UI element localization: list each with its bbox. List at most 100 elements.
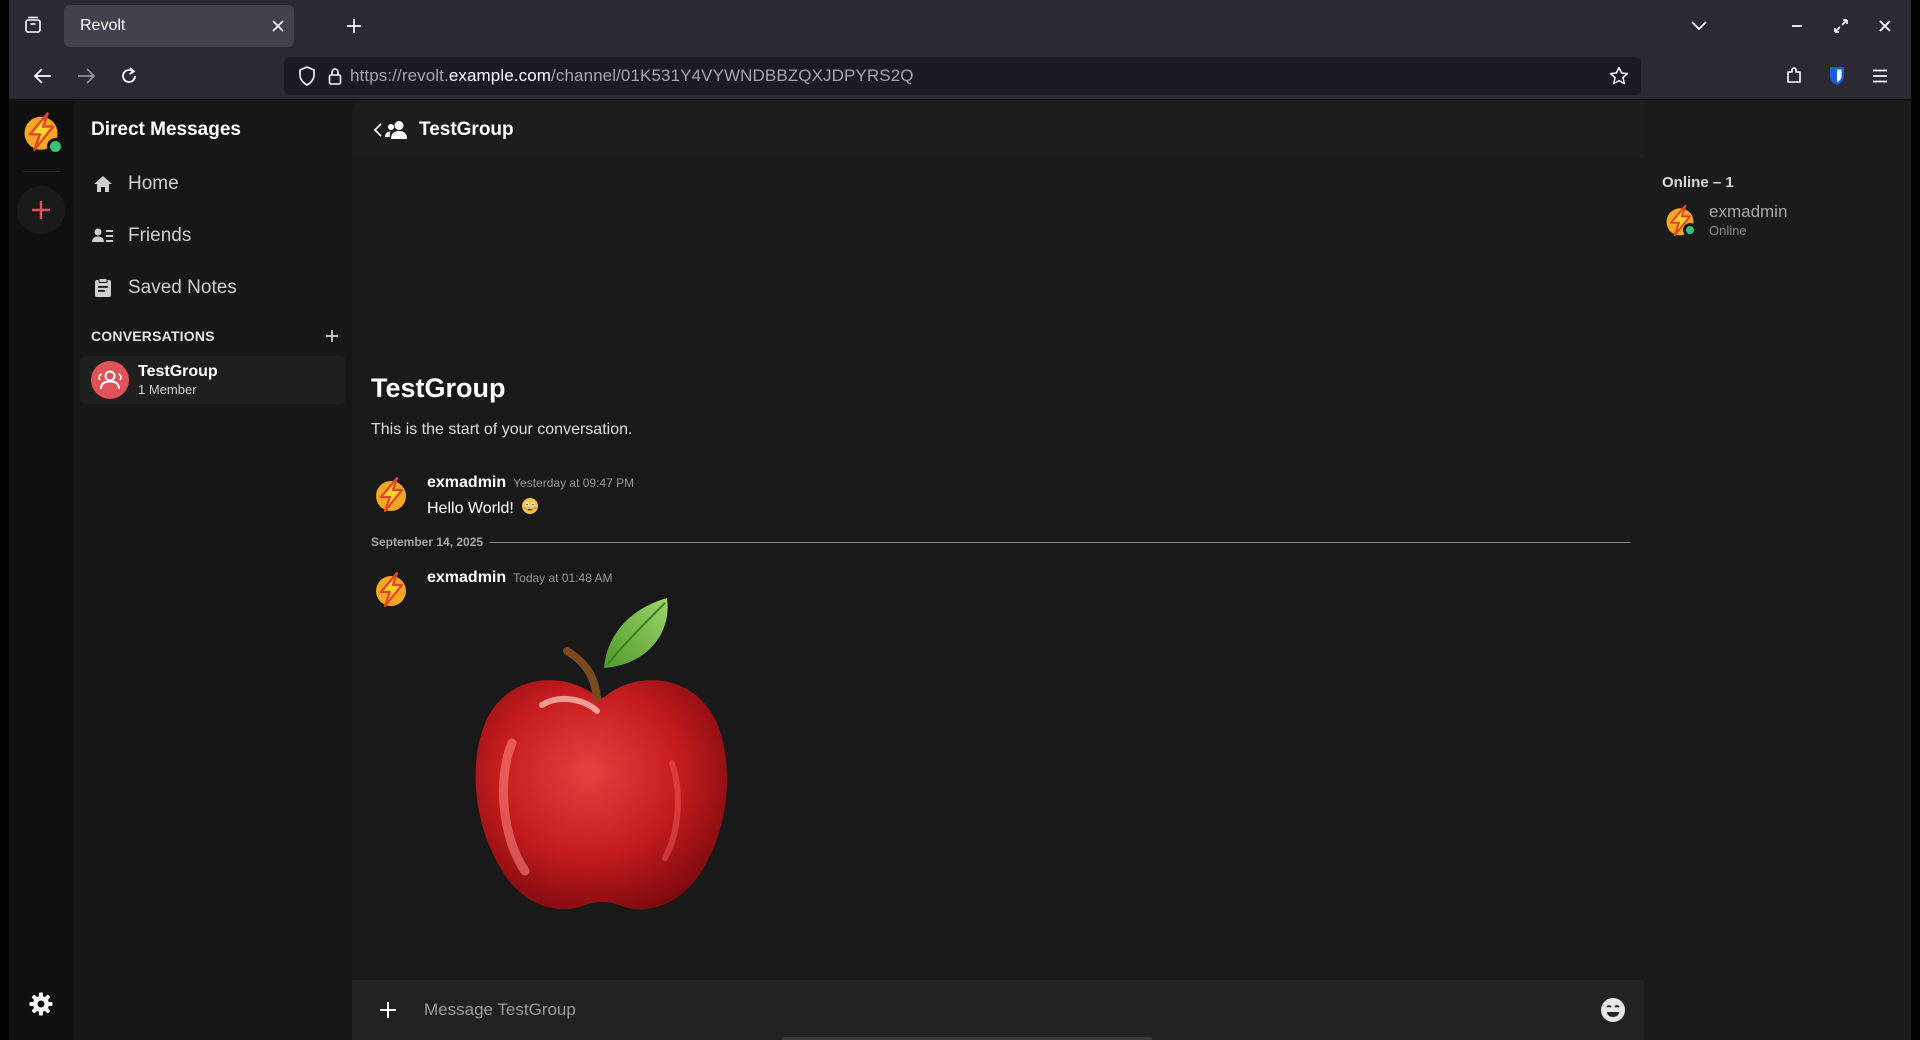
- member-category-label: Online – 1: [1662, 174, 1734, 191]
- message-input[interactable]: [424, 1000, 1598, 1020]
- back-button[interactable]: [27, 60, 59, 92]
- online-status-dot: [47, 138, 64, 155]
- lock-icon[interactable]: [328, 67, 342, 85]
- friends-icon: [92, 225, 114, 247]
- conversation-name: TestGroup: [138, 363, 218, 380]
- member-avatar: [1662, 202, 1698, 238]
- minimize-icon: [1792, 25, 1802, 27]
- star-icon[interactable]: [1609, 66, 1629, 86]
- close-icon: [272, 20, 284, 32]
- toggle-sidebar-button[interactable]: [374, 120, 409, 140]
- sidebar-item-label: Saved Notes: [128, 277, 237, 298]
- new-tab-button[interactable]: [340, 12, 368, 40]
- forward-button[interactable]: [70, 60, 102, 92]
- author-avatar-icon[interactable]: [371, 569, 411, 609]
- emoji-icon: [1601, 998, 1625, 1022]
- message-text: Hello World!: [427, 497, 634, 520]
- member-text: exmadmin Online: [1709, 202, 1787, 238]
- url-host: example.com: [448, 66, 552, 85]
- message-header: exmadmin Yesterday at 09:47 PM: [427, 474, 634, 492]
- group-avatar-icon: [91, 361, 129, 399]
- plus-icon: [380, 1002, 396, 1018]
- app-menu-button[interactable]: [1864, 60, 1896, 92]
- sidebar-item-label: Friends: [128, 225, 192, 246]
- message-item: exmadmin Today at 01:48 AM: [371, 569, 737, 928]
- message-list: TestGroup This is the start of your conv…: [352, 158, 1644, 980]
- close-icon: [1879, 20, 1891, 32]
- member-status: Online: [1709, 223, 1747, 238]
- conversation-item-testgroup[interactable]: TestGroup 1 Member: [80, 356, 346, 404]
- member-sidebar: Online – 1 exmadmin Online: [1644, 101, 1911, 1040]
- gear-icon: [29, 992, 53, 1016]
- message-author[interactable]: exmadmin: [427, 474, 506, 491]
- tab-list-button[interactable]: [21, 13, 45, 37]
- channel-header: TestGroup: [352, 101, 1644, 158]
- minimize-button[interactable]: [1781, 10, 1813, 42]
- message-timestamp: Today at 01:48 AM: [513, 571, 613, 585]
- conversation-text: TestGroup 1 Member: [138, 363, 218, 397]
- plus-icon: [32, 201, 50, 219]
- settings-button[interactable]: [25, 988, 57, 1020]
- arrow-right-icon: [78, 68, 95, 84]
- channel-main: TestGroup TestGroup This is the start of…: [352, 101, 1863, 1040]
- divider-line: [490, 541, 1630, 543]
- bitwarden-icon: [1830, 67, 1844, 85]
- home-icon: [92, 173, 114, 195]
- browser-tab-active[interactable]: Revolt: [64, 5, 294, 47]
- server-rail: [9, 101, 74, 1040]
- rail-divider: [23, 171, 60, 172]
- sidebar-item-home[interactable]: Home: [74, 158, 352, 210]
- sidebar-item-label: Home: [128, 173, 179, 194]
- message-author[interactable]: exmadmin: [427, 569, 506, 586]
- close-window-button[interactable]: [1869, 10, 1901, 42]
- message-composer: [352, 980, 1644, 1040]
- message-content: exmadmin Yesterday at 09:47 PM Hello Worl…: [427, 474, 634, 520]
- date-divider: September 14, 2025: [371, 535, 1630, 549]
- reload-icon: [122, 67, 136, 83]
- home-avatar-button[interactable]: [19, 109, 64, 155]
- arrow-left-icon: [34, 68, 51, 84]
- url-bar[interactable]: https://revolt.example.com/channel/01K53…: [284, 57, 1641, 95]
- navigation-bar: https://revolt.example.com/channel/01K53…: [9, 52, 1911, 100]
- puzzle-icon: [1787, 67, 1801, 83]
- plus-icon: [326, 330, 338, 342]
- message-item: exmadmin Yesterday at 09:47 PM Hello Worl…: [371, 474, 634, 520]
- bitwarden-extension-button[interactable]: [1821, 60, 1853, 92]
- sidebar-item-saved-notes[interactable]: Saved Notes: [74, 262, 352, 314]
- message-content: exmadmin Today at 01:48 AM: [427, 569, 737, 928]
- tab-close-button[interactable]: [262, 10, 294, 42]
- list-all-tabs-button[interactable]: [1683, 10, 1715, 42]
- flushed-face-emoji-icon: [521, 497, 539, 520]
- group-icon: [385, 120, 407, 139]
- new-conversation-button[interactable]: [322, 326, 342, 346]
- sidebar-item-friends[interactable]: Friends: [74, 210, 352, 262]
- add-server-button[interactable]: [17, 186, 65, 234]
- date-divider-label: September 14, 2025: [371, 535, 484, 549]
- url-prefix: https://revolt.: [350, 66, 449, 85]
- shield-icon[interactable]: [298, 66, 316, 86]
- emoji-picker-button[interactable]: [1598, 995, 1628, 1025]
- apple-image-attachment[interactable]: [467, 593, 737, 928]
- tab-title: Revolt: [80, 17, 126, 34]
- member-item[interactable]: exmadmin Online: [1662, 202, 1787, 238]
- section-label: CONVERSATIONS: [91, 328, 215, 344]
- channel-title: TestGroup: [419, 118, 514, 140]
- chevron-left-icon: [374, 122, 382, 137]
- conversation-member-count: 1 Member: [138, 382, 197, 397]
- online-status-dot: [1683, 223, 1697, 237]
- restore-button[interactable]: [1825, 10, 1857, 42]
- dm-sidebar: Direct Messages Home Friends Saved Notes…: [74, 101, 352, 1040]
- upload-file-button[interactable]: [374, 996, 402, 1024]
- reload-button[interactable]: [113, 60, 145, 92]
- url-text: https://revolt.example.com/channel/01K53…: [350, 66, 914, 86]
- tab-bar: Revolt: [9, 0, 1911, 52]
- url-path: /channel/01K531Y4VYWNDBBZQXJDPYRS2Q: [551, 66, 914, 85]
- conversation-start-subtitle: This is the start of your conversation.: [371, 421, 633, 438]
- message-header: exmadmin Today at 01:48 AM: [427, 569, 737, 587]
- conversation-start-title: TestGroup: [371, 373, 506, 403]
- extensions-button[interactable]: [1778, 60, 1810, 92]
- author-avatar-icon[interactable]: [371, 474, 411, 514]
- tab-list-icon: [25, 16, 41, 33]
- restore-icon: [1834, 19, 1848, 33]
- hamburger-icon: [1873, 69, 1887, 83]
